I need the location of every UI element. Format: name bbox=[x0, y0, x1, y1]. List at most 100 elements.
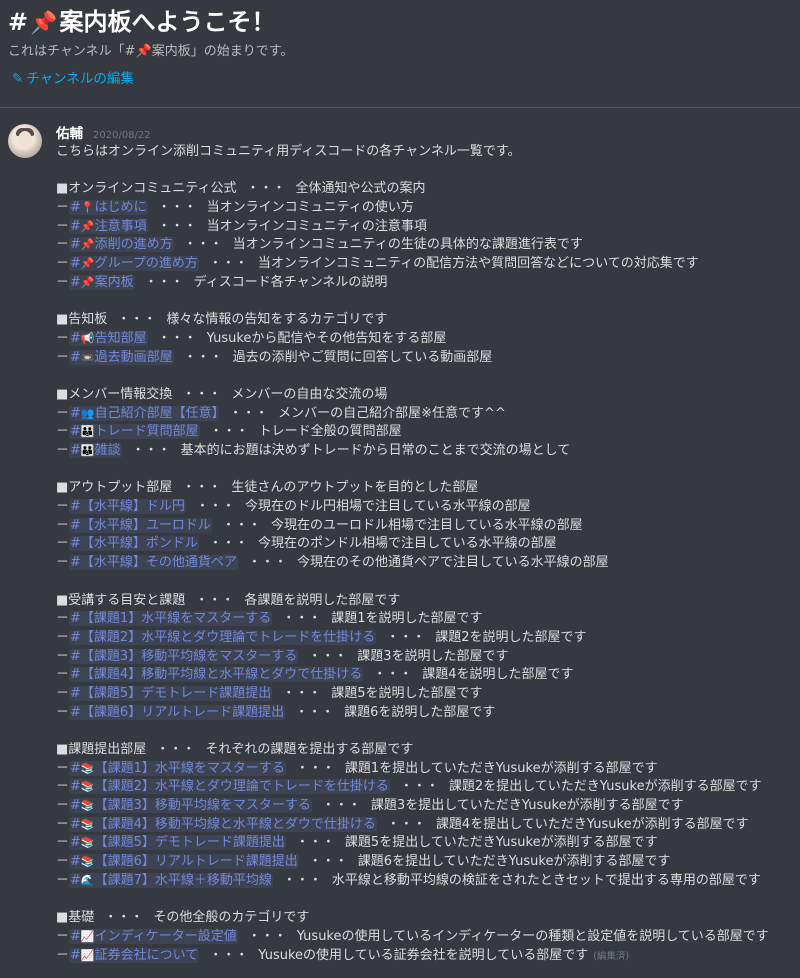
channel-mention[interactable]: #📚【課題1】水平線をマスターする bbox=[69, 760, 286, 776]
channel-mention[interactable]: #🌊【課題7】水平線＋移動平均線 bbox=[69, 872, 273, 888]
list-dash: － bbox=[56, 835, 70, 851]
channel-mention[interactable]: #【水平線】ユーロドル bbox=[69, 517, 212, 533]
dots: ・・・ bbox=[195, 592, 235, 608]
section-heading: ■オンラインコミュニティ公式 ・・・ 全体通知や公式の案内 bbox=[56, 180, 800, 199]
channel-mention[interactable]: #【水平線】ポンドル bbox=[69, 536, 199, 552]
channel-description: 今現在のユーロドル相場で注目している水平線の部屋 bbox=[270, 517, 583, 533]
section-title: ■オンラインコミュニティ公式 bbox=[56, 181, 237, 197]
username[interactable]: 佑輔 bbox=[56, 126, 83, 142]
list-dash: － bbox=[56, 611, 70, 627]
channel-description: 課題1を説明した部屋です bbox=[331, 611, 483, 627]
channel-mention[interactable]: #👪雑談 bbox=[69, 443, 122, 458]
channel-description: Yusukeの使用しているインディケーターの種類と設定値を説明している部屋です bbox=[296, 928, 769, 944]
channel-name: 【課題7】水平線＋移動平均線 bbox=[94, 872, 272, 888]
channel-description: 課題6を説明した部屋です bbox=[344, 704, 496, 720]
edited-label: (編集済) bbox=[593, 950, 630, 962]
channel-mention[interactable]: #📈インディケーター設定値 bbox=[69, 928, 238, 944]
channel-list-item: －#📈証券会社について ・・・ Yusukeの使用している証券会社を説明している部屋… bbox=[56, 947, 800, 966]
channel-mention[interactable]: #📚【課題4】移動平均線と水平線とダウで仕掛ける bbox=[69, 816, 377, 832]
channel-name: 【課題2】水平線とダウ理論でトレードを仕掛ける bbox=[94, 779, 389, 795]
channel-mention[interactable]: #【課題2】水平線とダウ理論でトレードを仕掛ける bbox=[69, 629, 377, 645]
section-heading: ■メンバー情報交換 ・・・ メンバーの自由な交流の場 bbox=[56, 386, 800, 405]
list-dash: － bbox=[56, 779, 70, 795]
message-intro: こちらはオンライン添削コミュニティ用ディスコードの各チャンネル一覧です。 bbox=[56, 144, 521, 159]
channel-list-item: －#📚【課題6】リアルトレード課題提出 ・・・ 課題6を提出していただきYusuke… bbox=[56, 853, 800, 872]
dots: ・・・ bbox=[157, 218, 197, 234]
channel-description: 課題3を説明した部屋です bbox=[357, 648, 509, 664]
channel-description: 課題4を説明した部屋です bbox=[422, 667, 574, 683]
dots: ・・・ bbox=[247, 928, 287, 944]
channel-mention[interactable]: #【課題5】デモトレード課題提出 bbox=[69, 685, 273, 701]
channel-name: インディケーター設定値 bbox=[94, 928, 237, 944]
channel-emoji-icon: 👪 bbox=[80, 425, 95, 439]
dots: ・・・ bbox=[183, 349, 223, 365]
channel-emoji-icon: 👪 bbox=[80, 444, 95, 457]
dots: ・・・ bbox=[208, 256, 248, 272]
dots: ・・・ bbox=[157, 330, 197, 346]
list-dash: － bbox=[56, 405, 70, 421]
channel-emoji-icon: 📚 bbox=[80, 855, 95, 869]
list-dash: － bbox=[56, 517, 70, 533]
channel-name: 【水平線】ポンドル bbox=[80, 536, 198, 552]
channel-description: 課題1を提出していただきYusukeが添削する部屋です bbox=[344, 760, 658, 776]
channel-list-item: －#【課題4】移動平均線と水平線とダウで仕掛ける ・・・ 課題4を説明した部屋です bbox=[56, 666, 800, 685]
channel-mention[interactable]: #📌案内板 bbox=[69, 274, 135, 290]
channel-mention[interactable]: #【水平線】ドル円 bbox=[69, 499, 186, 515]
channel-mention[interactable]: #📼過去動画部屋 bbox=[69, 349, 174, 365]
channel-mention[interactable]: #📚【課題5】デモトレード課題提出 bbox=[69, 835, 286, 851]
dots: ・・・ bbox=[229, 405, 269, 421]
list-dash: － bbox=[56, 424, 70, 440]
channel-mention[interactable]: #📌添削の進め方 bbox=[69, 237, 174, 253]
avatar-face bbox=[18, 131, 32, 149]
channel-mention[interactable]: #【課題4】移動平均線と水平線とダウで仕掛ける bbox=[69, 667, 364, 683]
channel-emoji-icon: 📈 bbox=[80, 948, 95, 962]
channel-description: 課題2を提出していただきYusukeが添削する部屋です bbox=[448, 779, 762, 795]
list-dash: － bbox=[56, 704, 70, 720]
channel-mention[interactable]: #📍はじめに bbox=[69, 200, 148, 216]
list-dash: － bbox=[56, 200, 70, 216]
channel-mention[interactable]: #📌注意事項 bbox=[69, 218, 148, 234]
channel-welcome-header: #📌案内板へようこそ！ これはチャンネル「#📌案内板」の始まりです。 ✎ チャンネ… bbox=[8, 6, 800, 88]
avatar[interactable] bbox=[8, 124, 42, 158]
channel-mention[interactable]: #📢告知部屋 bbox=[69, 330, 148, 346]
channel-list-item: －#【水平線】ポンドル ・・・ 今現在のポンドル相場で注目している水平線の部屋 bbox=[56, 535, 800, 554]
channel-description: メンバーの自己紹介部屋※任意です^^ bbox=[278, 405, 506, 421]
channel-mention[interactable]: #【水平線】その他通貨ペア bbox=[69, 555, 238, 571]
channel-mention[interactable]: #👥自己紹介部屋【任意】 bbox=[69, 405, 220, 421]
channel-mention[interactable]: #【課題3】移動平均線をマスターする bbox=[69, 648, 299, 664]
list-dash: － bbox=[56, 872, 70, 888]
channel-mention[interactable]: #【課題6】リアルトレード課題提出 bbox=[69, 704, 286, 720]
channel-emoji-icon: 📈 bbox=[80, 929, 95, 943]
channel-list-item: －#📌注意事項 ・・・ 当オンラインコミュニティの注意事項 bbox=[56, 218, 800, 237]
channel-name: 過去動画部屋 bbox=[94, 349, 173, 365]
section-heading: ■受講する目安と課題 ・・・ 各課題を説明した部屋です bbox=[56, 592, 800, 611]
dots: ・・・ bbox=[209, 424, 249, 440]
list-dash: － bbox=[56, 237, 70, 253]
list-dash: － bbox=[56, 349, 70, 365]
channel-mention[interactable]: #📚【課題6】リアルトレード課題提出 bbox=[69, 854, 299, 870]
channel-name: 【課題1】水平線をマスターする bbox=[94, 760, 285, 776]
channel-description: 課題6を提出していただきYusukeが添削する部屋です bbox=[357, 854, 671, 870]
dots: ・・・ bbox=[386, 816, 426, 832]
dots: ・・・ bbox=[399, 779, 439, 795]
section-heading: ■告知板 ・・・ 様々な情報の告知をするカテゴリです bbox=[56, 311, 800, 330]
channel-mention[interactable]: #👪トレード質問部屋 bbox=[69, 424, 200, 440]
channel-description: 当オンラインコミュニティの使い方 bbox=[206, 200, 414, 216]
channel-mention[interactable]: #📈証券会社について bbox=[69, 947, 200, 963]
channel-mention[interactable]: #📚【課題2】水平線とダウ理論でトレードを仕掛ける bbox=[69, 779, 390, 795]
section-title: ■告知板 bbox=[56, 312, 108, 328]
channel-name: 告知部屋 bbox=[94, 330, 147, 346]
channel-mention[interactable]: #📌グループの進め方 bbox=[69, 256, 199, 272]
channel-mention[interactable]: #📚【課題3】移動平均線をマスターする bbox=[69, 798, 312, 814]
dots: ・・・ bbox=[208, 536, 248, 552]
dots: ・・・ bbox=[157, 200, 197, 216]
edit-channel-button[interactable]: ✎ チャンネルの編集 bbox=[12, 70, 800, 88]
channel-emoji-icon: 📚 bbox=[80, 817, 95, 831]
channel-description: 過去の添削やご質問に回答している動画部屋 bbox=[232, 349, 493, 365]
channel-emoji-icon: 📢 bbox=[80, 331, 95, 345]
message-header: 佑輔 2020/08/22 bbox=[56, 124, 151, 145]
channel-emoji-icon: 📚 bbox=[80, 799, 95, 813]
channel-mention[interactable]: #【課題1】水平線をマスターする bbox=[69, 611, 273, 627]
